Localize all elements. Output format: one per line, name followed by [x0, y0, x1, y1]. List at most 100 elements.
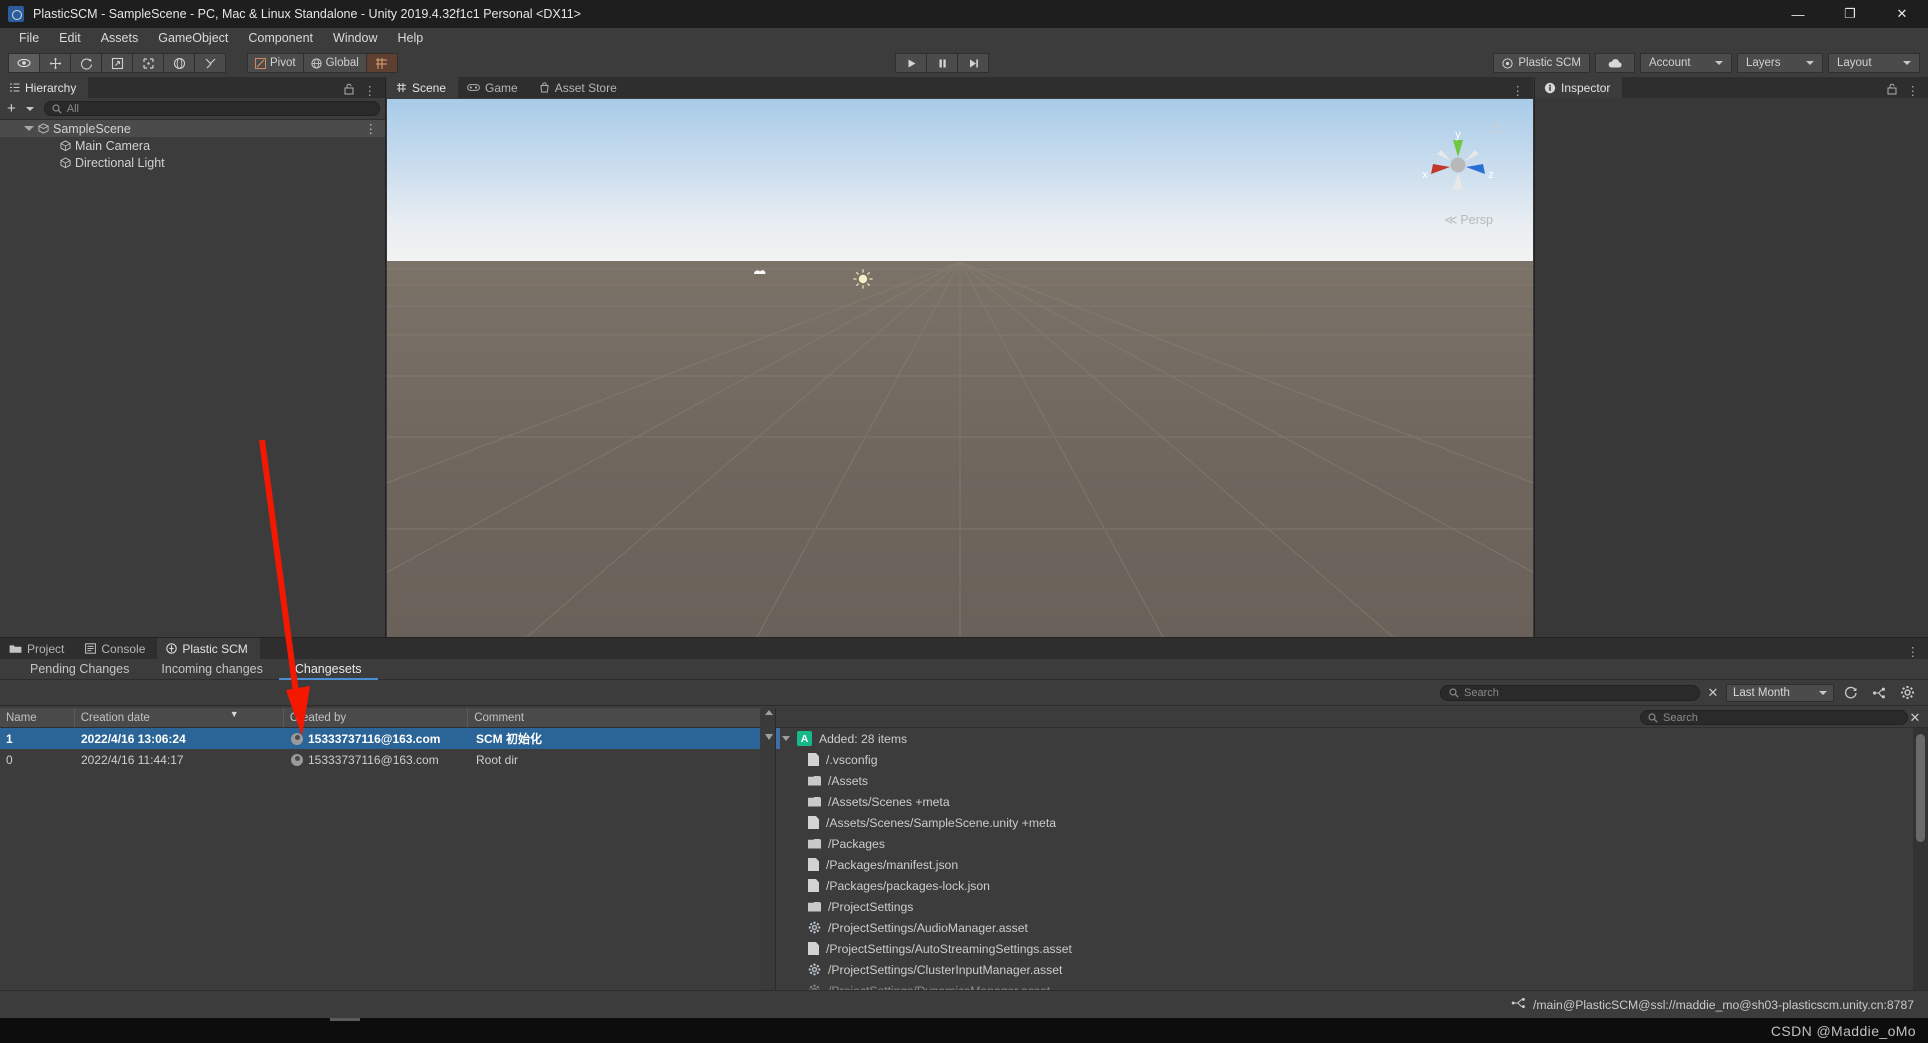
play-button[interactable]	[895, 53, 927, 73]
refresh-icon[interactable]	[1840, 684, 1862, 702]
list-item[interactable]: /Packages/manifest.json	[776, 854, 1928, 875]
tab-plastic-scm[interactable]: Plastic SCM	[157, 638, 260, 659]
menu-gameobject[interactable]: GameObject	[148, 28, 238, 49]
menu-help[interactable]: Help	[387, 28, 433, 49]
close-button[interactable]: ✕	[1876, 0, 1928, 28]
menubar: File Edit Assets GameObject Component Wi…	[0, 28, 1928, 49]
column-creation-date[interactable]: Creation date ▼	[75, 708, 284, 727]
table-row[interactable]: 0 2022/4/16 11:44:17 15333737116@163.com…	[0, 749, 775, 770]
hierarchy-item-main-camera[interactable]: Main Camera	[0, 137, 385, 154]
step-button[interactable]	[957, 53, 989, 73]
list-item[interactable]: /Packages/packages-lock.json	[776, 875, 1928, 896]
pause-button[interactable]	[926, 53, 958, 73]
list-item[interactable]: /ProjectSettings	[776, 896, 1928, 917]
tab-scene[interactable]: Scene	[387, 77, 459, 98]
list-item[interactable]: /ProjectSettings/AudioManager.asset	[776, 917, 1928, 938]
file-path: /Assets/Scenes/SampleScene.unity +meta	[826, 815, 1056, 830]
main-camera-gizmo[interactable]	[751, 265, 771, 284]
lock-icon[interactable]	[1887, 83, 1897, 98]
tab-hierarchy[interactable]: Hierarchy	[0, 77, 89, 98]
scene-viewport[interactable]: y x z ≪ Persp	[387, 99, 1533, 637]
perspective-mode-label[interactable]: ≪ Persp	[1444, 212, 1493, 227]
maximize-button[interactable]: ❐	[1824, 0, 1876, 28]
gear-icon[interactable]	[1896, 684, 1918, 702]
list-item[interactable]: /Assets	[776, 770, 1928, 791]
transform-tool-icon[interactable]	[163, 53, 195, 73]
move-tool-icon[interactable]	[39, 53, 71, 73]
collapse-triangle-icon[interactable]	[782, 736, 790, 741]
kebab-menu-icon[interactable]: ⋮	[364, 83, 378, 98]
details-search-row: Search ✕	[776, 708, 1928, 728]
tab-project[interactable]: Project	[0, 638, 77, 659]
kebab-menu-icon[interactable]: ⋮	[1512, 83, 1526, 98]
scroll-up-icon[interactable]	[765, 710, 773, 715]
changesets-search-input[interactable]: Search	[1440, 684, 1700, 701]
hierarchy-item-samplescene[interactable]: SampleScene ⋮	[0, 120, 385, 137]
clear-details-search-icon[interactable]: ✕	[1908, 709, 1922, 727]
menu-file[interactable]: File	[9, 28, 49, 49]
column-name[interactable]: Name	[0, 708, 75, 727]
account-dropdown[interactable]: Account	[1640, 53, 1732, 73]
global-toggle[interactable]: Global	[302, 53, 367, 73]
menu-component[interactable]: Component	[238, 28, 323, 49]
cell-name: 0	[6, 752, 13, 767]
scm-body: Name Creation date ▼ Created by Comment …	[0, 708, 1928, 991]
subtab-pending-changes[interactable]: Pending Changes	[14, 659, 145, 680]
custom-tool-icon[interactable]	[194, 53, 226, 73]
rotate-tool-icon[interactable]	[70, 53, 102, 73]
subtab-incoming-changes[interactable]: Incoming changes	[145, 659, 278, 680]
expand-triangle-icon[interactable]	[24, 126, 34, 131]
hand-tool-icon[interactable]	[8, 53, 40, 73]
kebab-menu-icon[interactable]: ⋮	[1907, 644, 1921, 659]
column-creation-date-label: Creation date	[80, 712, 150, 724]
scene-orientation-gizmo[interactable]: y x z	[1417, 124, 1499, 206]
chevron-down-icon[interactable]	[25, 106, 34, 111]
rect-tool-icon[interactable]	[132, 53, 164, 73]
list-item[interactable]: /Packages	[776, 833, 1928, 854]
directional-light-gizmo[interactable]	[852, 268, 874, 293]
list-item[interactable]: /ProjectSettings/ClusterInputManager.ass…	[776, 959, 1928, 980]
tab-asset-store[interactable]: Asset Store	[529, 77, 629, 98]
toolbar-right-group: Plastic SCM Account Layers Layout	[1493, 53, 1920, 73]
list-item[interactable]: /.vsconfig	[776, 749, 1928, 770]
pivot-toggle[interactable]: Pivot	[247, 53, 304, 73]
column-comment[interactable]: Comment	[468, 708, 762, 727]
grid-snap-icon[interactable]	[365, 53, 398, 73]
hierarchy-item-directional-light[interactable]: Directional Light	[0, 154, 385, 171]
scale-tool-icon[interactable]	[101, 53, 133, 73]
column-created-by[interactable]: Created by	[284, 708, 469, 727]
scroll-down-icon[interactable]	[765, 734, 773, 740]
table-row[interactable]: 1 2022/4/16 13:06:24 15333737116@163.com…	[0, 728, 775, 749]
branch-icon[interactable]	[1868, 684, 1890, 702]
list-item[interactable]: /ProjectSettings/AutoStreamingSettings.a…	[776, 938, 1928, 959]
file-group-header[interactable]: A Added: 28 items	[776, 728, 1928, 749]
list-item[interactable]: /Assets/Scenes +meta	[776, 791, 1928, 812]
date-filter-dropdown[interactable]: Last Month	[1726, 683, 1834, 702]
layout-dropdown[interactable]: Layout	[1828, 53, 1920, 73]
svg-text:z: z	[1488, 169, 1494, 181]
menu-edit[interactable]: Edit	[49, 28, 91, 49]
tab-console[interactable]: Console	[76, 638, 158, 659]
changesets-scrollbar[interactable]	[760, 708, 775, 991]
cloud-icon[interactable]	[1595, 53, 1635, 73]
layers-dropdown[interactable]: Layers	[1737, 53, 1823, 73]
kebab-menu-icon[interactable]: ⋮	[365, 121, 386, 136]
minimize-button[interactable]: —	[1772, 0, 1824, 28]
add-gameobject-button[interactable]: +	[5, 100, 18, 117]
tab-inspector[interactable]: Inspector	[1535, 77, 1623, 98]
lock-icon[interactable]	[344, 83, 354, 98]
hierarchy-search-input[interactable]: All	[43, 101, 380, 116]
menu-window[interactable]: Window	[323, 28, 387, 49]
project-tab-label: Project	[27, 641, 65, 656]
hierarchy-toolbar: + All	[0, 98, 385, 120]
clear-search-icon[interactable]: ✕	[1706, 684, 1720, 702]
menu-assets[interactable]: Assets	[91, 28, 149, 49]
tab-game[interactable]: Game	[458, 77, 530, 98]
list-item[interactable]: /Assets/Scenes/SampleScene.unity +meta	[776, 812, 1928, 833]
bottom-tabbar: Project Console Plastic SCM ⋮	[0, 638, 1928, 659]
file-list-scrollbar-thumb[interactable]	[1916, 734, 1925, 842]
kebab-menu-icon[interactable]: ⋮	[1907, 83, 1921, 98]
details-search-input[interactable]: Search	[1640, 710, 1908, 725]
plastic-scm-button[interactable]: Plastic SCM	[1493, 53, 1590, 73]
subtab-changesets[interactable]: Changesets	[278, 659, 378, 680]
